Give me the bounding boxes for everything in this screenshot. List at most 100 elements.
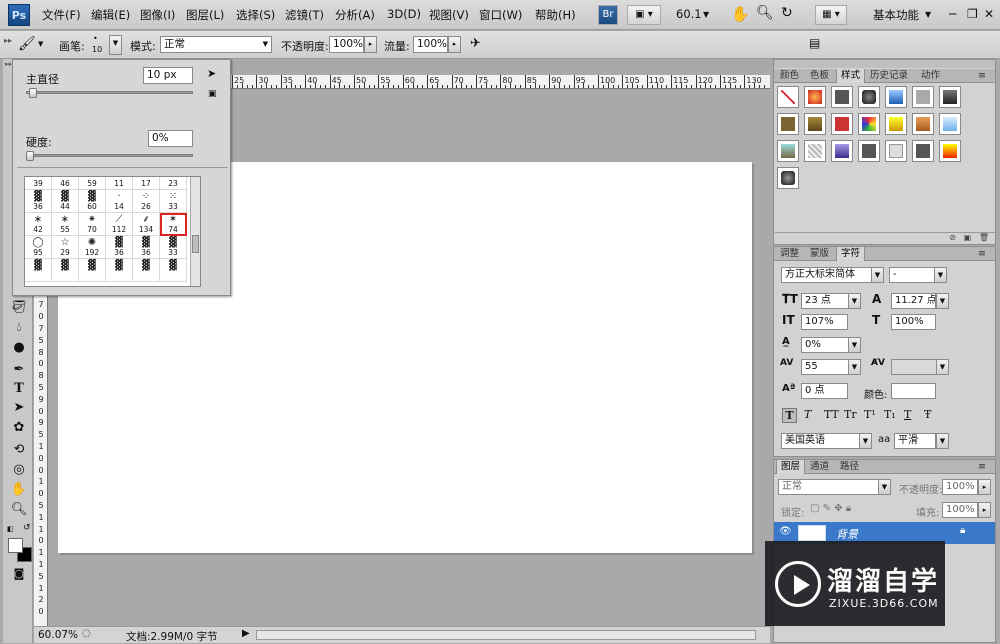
brush-preset-cell[interactable]: ▓	[79, 259, 106, 282]
brush-preset-cell[interactable]: ▓	[52, 259, 79, 282]
brush-preset-cell[interactable]: ∗ 42	[25, 213, 52, 236]
brush-preset-cell[interactable]: ▓ 33	[160, 236, 187, 259]
font-size-input[interactable]: 23 点	[801, 293, 850, 309]
hardness-slider-knob[interactable]	[26, 151, 34, 161]
foreground-color-swatch[interactable]	[8, 538, 23, 553]
fill-slider-icon[interactable]: ▸	[978, 502, 991, 518]
default-colors-icon[interactable]: ◧	[7, 525, 14, 533]
brush-preset-cell[interactable]: ▓ 36	[25, 190, 52, 213]
brush-preset-cell[interactable]: ▓ 60	[79, 190, 106, 213]
character-panel-menu-icon[interactable]: ≡	[974, 247, 990, 261]
new-style-icon[interactable]: ▣	[964, 233, 972, 242]
blend-mode-dropdown-icon[interactable]: ▼	[878, 479, 891, 495]
tsume-input[interactable]: 0%	[801, 337, 850, 353]
antialias-select[interactable]: 平滑	[894, 433, 936, 449]
style-swatch[interactable]	[939, 140, 961, 162]
tab-channels[interactable]: 通道	[806, 460, 833, 474]
style-swatch[interactable]	[777, 86, 799, 108]
3d-orbit-tool-icon[interactable]: ◎	[9, 461, 29, 479]
faux-bold-button[interactable]: T	[782, 408, 797, 423]
style-swatch[interactable]	[831, 113, 853, 135]
diameter-input[interactable]: 10 px	[143, 67, 193, 84]
mode-select[interactable]: 正常 ▼	[160, 36, 272, 53]
tab-character[interactable]: 字符	[836, 247, 866, 261]
status-zoom-icon[interactable]: ◌	[82, 628, 91, 639]
pen-tool-icon[interactable]: ✒︎	[9, 361, 29, 379]
brush-preset-cell[interactable]: ⁕ 70	[79, 213, 106, 236]
tab-swatches[interactable]: 色板	[806, 69, 833, 83]
blur-tool-icon[interactable]: 💧︎	[9, 319, 29, 337]
text-color-swatch[interactable]	[891, 383, 936, 399]
style-swatch[interactable]	[804, 113, 826, 135]
font-style-dropdown-icon[interactable]: ▼	[934, 267, 947, 283]
brush-preset-cell[interactable]: ∗ 55	[52, 213, 79, 236]
hardness-input[interactable]: 0%	[148, 130, 193, 147]
layer-visibility-eye-icon[interactable]: 👁︎	[779, 526, 792, 537]
tracking-dropdown-icon[interactable]: ▼	[848, 359, 861, 375]
language-select[interactable]: 美国英语	[781, 433, 861, 449]
brush-preset-cell[interactable]: ✷46	[52, 177, 79, 190]
menu-edit[interactable]: 编辑(E)	[91, 7, 130, 23]
clear-style-icon[interactable]: ⊘	[949, 233, 956, 242]
menu-3d[interactable]: 3D(D)	[387, 7, 421, 21]
brush-preset-cell[interactable]: ☆ 29	[52, 236, 79, 259]
brush-grid-scrollbar[interactable]	[190, 177, 200, 286]
style-swatch[interactable]	[777, 140, 799, 162]
workspace-dropdown-icon[interactable]: ▼	[925, 10, 931, 19]
brush-tool-preset-icon[interactable]: 🖌︎	[18, 36, 36, 52]
tab-color[interactable]: 颜色	[776, 69, 803, 83]
antialias-dropdown-icon[interactable]: ▼	[936, 433, 949, 449]
menu-analysis[interactable]: 分析(A)	[335, 7, 375, 23]
tool-preset-dropdown-icon[interactable]: ▼	[38, 40, 43, 48]
style-swatch[interactable]	[858, 140, 880, 162]
brush-preset-cell[interactable]: •17	[133, 177, 160, 190]
blend-mode-select[interactable]: 正常	[778, 479, 880, 495]
arrange-documents-button[interactable]: ▦ ▾	[815, 5, 847, 25]
tab-history[interactable]: 历史记录	[866, 69, 912, 83]
path-selection-tool-icon[interactable]: ➤	[9, 399, 29, 417]
brush-preset-cell[interactable]: ◦23	[160, 177, 187, 190]
menu-file[interactable]: 文件(F)	[42, 7, 81, 23]
font-style-select[interactable]: -	[889, 267, 936, 283]
vertical-scale-input[interactable]: 107%	[801, 314, 848, 330]
3d-rotate-tool-icon[interactable]: ⟲	[9, 441, 29, 459]
menu-view[interactable]: 视图(V)	[429, 7, 469, 23]
brush-preset-cell[interactable]: ▓	[133, 259, 160, 282]
layers-panel-menu-icon[interactable]: ≡	[974, 460, 990, 474]
strikethrough-button[interactable]: Ŧ	[924, 408, 931, 421]
menu-layer[interactable]: 图层(L)	[186, 7, 224, 23]
diameter-slider-knob[interactable]	[29, 88, 38, 98]
style-swatch[interactable]	[939, 113, 961, 135]
style-swatch[interactable]	[912, 140, 934, 162]
new-preset-icon[interactable]: ▣	[208, 89, 217, 99]
styles-panel-menu-icon[interactable]: ≡	[974, 69, 990, 83]
airbrush-icon[interactable]: ✈︎	[470, 36, 481, 51]
small-caps-button[interactable]: Tr	[844, 408, 857, 421]
brush-preset-cell[interactable]: ⸙ 134	[133, 213, 160, 236]
status-zoom[interactable]: 60.07%	[38, 629, 78, 641]
brush-grid-scroll-thumb[interactable]	[192, 235, 199, 253]
brush-preset-cell[interactable]: ▓	[160, 259, 187, 282]
style-swatch[interactable]	[885, 140, 907, 162]
flow-slider-button[interactable]: ▸	[448, 36, 461, 53]
style-swatch[interactable]	[804, 86, 826, 108]
restore-icon[interactable]: ❐	[967, 7, 978, 21]
brush-dot-icon[interactable]: •	[93, 34, 98, 43]
all-caps-button[interactable]: TT	[824, 408, 839, 421]
menu-help[interactable]: 帮助(H)	[535, 7, 576, 23]
brush-preset-cell[interactable]: ✱39	[25, 177, 52, 190]
horizontal-scrollbar[interactable]	[256, 630, 756, 640]
layer-opacity-input[interactable]: 100%	[942, 479, 978, 495]
style-swatch[interactable]	[831, 86, 853, 108]
brush-preset-cell[interactable]: · 14	[106, 190, 133, 213]
tsume-dropdown-icon[interactable]: ▼	[848, 337, 861, 353]
faux-italic-button[interactable]: T	[804, 408, 811, 421]
brush-preset-cell[interactable]: ▓	[25, 259, 52, 282]
menu-select[interactable]: 选择(S)	[236, 7, 275, 23]
style-swatch[interactable]	[804, 140, 826, 162]
style-swatch[interactable]	[858, 113, 880, 135]
style-swatch[interactable]	[912, 86, 934, 108]
brush-preset-cell[interactable]: ✶ 74	[160, 213, 187, 236]
custom-shape-tool-icon[interactable]: ✿	[9, 419, 29, 437]
font-family-dropdown-icon[interactable]: ▼	[871, 267, 884, 283]
